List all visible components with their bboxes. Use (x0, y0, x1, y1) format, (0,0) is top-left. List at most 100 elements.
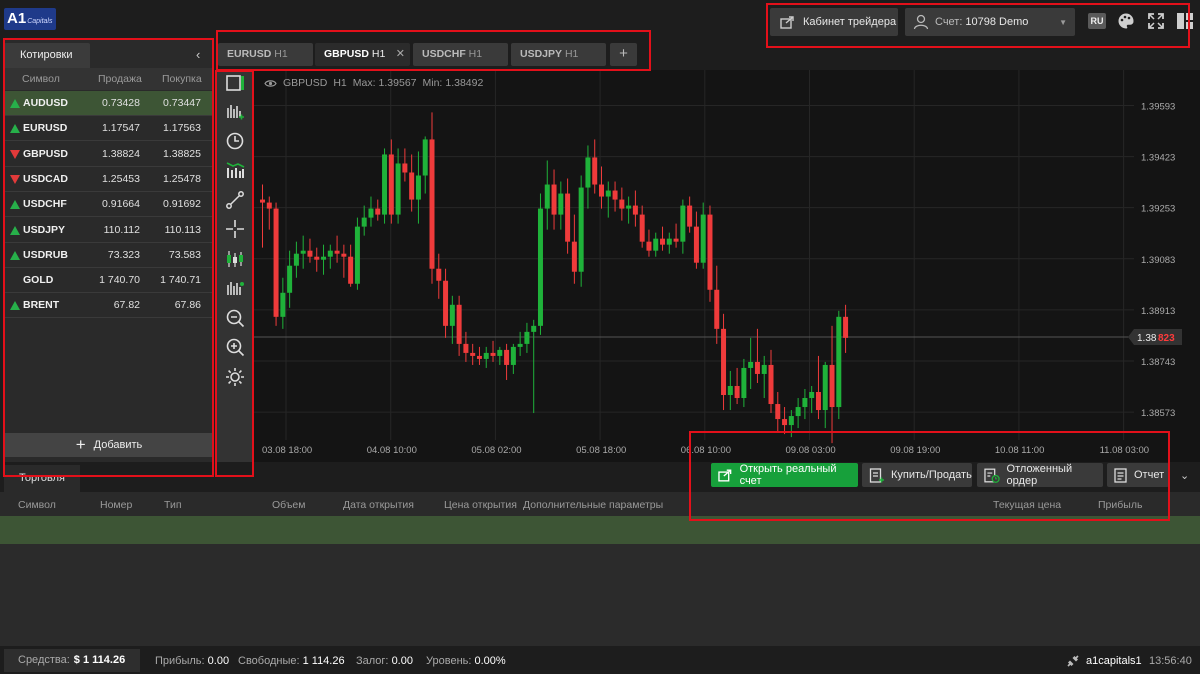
trade-table-body (0, 544, 1200, 646)
col-open-price: Цена открытия (444, 499, 517, 511)
layout-grid-icon[interactable] (1176, 12, 1194, 30)
level-label: Уровень: (426, 655, 472, 667)
quote-ask: 110.113 (164, 223, 201, 236)
quote-bid: 1.25453 (102, 172, 140, 185)
arrow-down-icon (10, 174, 20, 184)
current-price-tail: 823 (1158, 333, 1175, 344)
quote-ask: 0.91692 (163, 198, 201, 211)
chart-type-icon[interactable] (225, 73, 245, 93)
trade-tab[interactable]: Торговля (4, 465, 80, 492)
free-value: 1 114.26 (302, 655, 345, 667)
report-button[interactable]: Отчет (1107, 463, 1169, 487)
language-button[interactable]: RU (1088, 13, 1106, 29)
chart-tab-gbpusd[interactable]: GBPUSD H1 ✕ (315, 43, 410, 66)
add-symbol-button[interactable]: + Добавить (4, 433, 214, 457)
candle-body (809, 392, 815, 399)
candle-body (531, 325, 537, 332)
quote-row[interactable]: BRENT 67.82 67.86 (4, 293, 214, 319)
candle-body (592, 157, 598, 185)
candle-body (293, 253, 299, 266)
crosshair-icon[interactable] (225, 219, 245, 239)
candle-body (354, 226, 360, 284)
candle-body (361, 217, 367, 227)
quote-symbol: USDCAD (23, 172, 68, 185)
quote-bid: 0.91664 (102, 198, 140, 211)
candle-body (626, 205, 632, 209)
quote-ask: 0.73447 (163, 97, 201, 109)
quote-row[interactable]: GOLD 1 740.70 1 740.71 (4, 268, 214, 294)
add-symbol-label: Добавить (93, 439, 143, 451)
account-select[interactable]: Счет: 10798 Demo ▼ (905, 8, 1075, 36)
candle-body (700, 214, 706, 263)
collapse-left-icon[interactable]: ‹ (196, 47, 208, 63)
chart-tab-usdchf[interactable]: USDCHF H1 (413, 43, 508, 66)
trade-summary-row[interactable] (0, 516, 1200, 544)
chart-timeframe: H1 (333, 77, 347, 89)
timeframe-icon[interactable] (225, 131, 245, 151)
brand-logo[interactable]: A1Capitals (4, 8, 56, 30)
candle-body (734, 385, 740, 399)
report-label: Отчет (1134, 469, 1165, 481)
candlestick-icon[interactable] (225, 249, 245, 269)
col-volume: Объем (272, 499, 306, 511)
quote-row[interactable]: GBPUSD 1.38824 1.38825 (4, 142, 214, 167)
arrow-up-icon (10, 225, 20, 235)
arrow-down-icon (10, 149, 20, 159)
open-real-label: Открыть реальный счет (739, 463, 837, 487)
quote-ask: 1.17563 (163, 122, 201, 135)
add-indicator-icon[interactable] (225, 102, 245, 122)
chart-max: 1.39567 (378, 77, 417, 89)
palette-icon[interactable] (1117, 12, 1135, 30)
x-tick-label: 09.08 19:00 (890, 445, 940, 456)
quotes-tab[interactable]: Котировки (4, 43, 90, 68)
margin-value: 0.00 (391, 655, 413, 667)
quote-ask: 1.38825 (163, 147, 201, 160)
candle-body (260, 199, 265, 203)
tab-timeframe: H1 (468, 48, 483, 60)
quote-symbol: EURUSD (23, 122, 68, 135)
zoom-in-icon[interactable] (225, 337, 245, 357)
fullscreen-icon[interactable] (1147, 12, 1165, 30)
quote-symbol: GBPUSD (23, 147, 68, 160)
quote-row[interactable]: AUDUSD 0.73428 0.73447 (4, 91, 214, 116)
y-tick-label: 1.38743 (1141, 357, 1175, 368)
x-tick-label: 05.08 02:00 (471, 445, 521, 456)
x-tick-label: 10.08 11:00 (995, 445, 1044, 456)
quote-row[interactable]: USDRUB 73.323 73.583 (4, 243, 214, 268)
zoom-out-icon[interactable] (225, 308, 245, 328)
volume-icon[interactable] (225, 160, 245, 180)
col-ask: Покупка (162, 73, 202, 85)
chart-min: 1.38492 (445, 77, 484, 89)
chart-tab-usdjpy[interactable]: USDJPY H1 (511, 43, 606, 66)
settings-icon[interactable] (225, 367, 245, 387)
level-value: 0.00% (474, 655, 506, 667)
trader-cabinet-button[interactable]: Кабинет трейдера (770, 8, 898, 36)
quote-row[interactable]: USDJPY 110.112 110.113 (4, 218, 214, 243)
candle-body (721, 328, 727, 396)
candlestick-chart[interactable]: 1.39593 1.39423 1.39253 1.39083 1.38913 1.387… (254, 70, 1200, 462)
trendline-icon[interactable] (225, 190, 245, 210)
candle-body (436, 268, 442, 281)
quote-row[interactable]: USDCAD 1.25453 1.25478 (4, 167, 214, 192)
col-type: Тип (164, 499, 182, 511)
candle-body (822, 364, 828, 411)
chart-tab-eurusd[interactable]: EURUSD H1 (218, 43, 313, 66)
candle-body (666, 238, 672, 245)
quote-row[interactable]: USDCHF 0.91664 0.91692 (4, 192, 214, 218)
open-real-account-button[interactable]: Открыть реальный счет (711, 463, 858, 487)
y-tick-label: 1.39423 (1141, 153, 1175, 164)
candle-body (802, 398, 808, 408)
col-number: Номер (100, 499, 133, 511)
pending-order-button[interactable]: Отложенный ордер (977, 463, 1103, 487)
candle-body (375, 208, 381, 215)
quote-bid: 1.17547 (102, 122, 140, 135)
buy-sell-button[interactable]: Купить/Продать (862, 463, 972, 487)
candle-body (632, 205, 638, 215)
eye-icon[interactable] (264, 79, 277, 88)
add-tab-button[interactable]: + (610, 43, 637, 66)
username: a1capitals1 (1086, 655, 1142, 667)
bar-chart-icon[interactable] (225, 278, 245, 298)
close-icon[interactable]: ✕ (396, 43, 405, 66)
chevron-down-icon[interactable]: ⌄ (1180, 469, 1189, 482)
quote-row[interactable]: EURUSD 1.17547 1.17563 (4, 116, 214, 142)
